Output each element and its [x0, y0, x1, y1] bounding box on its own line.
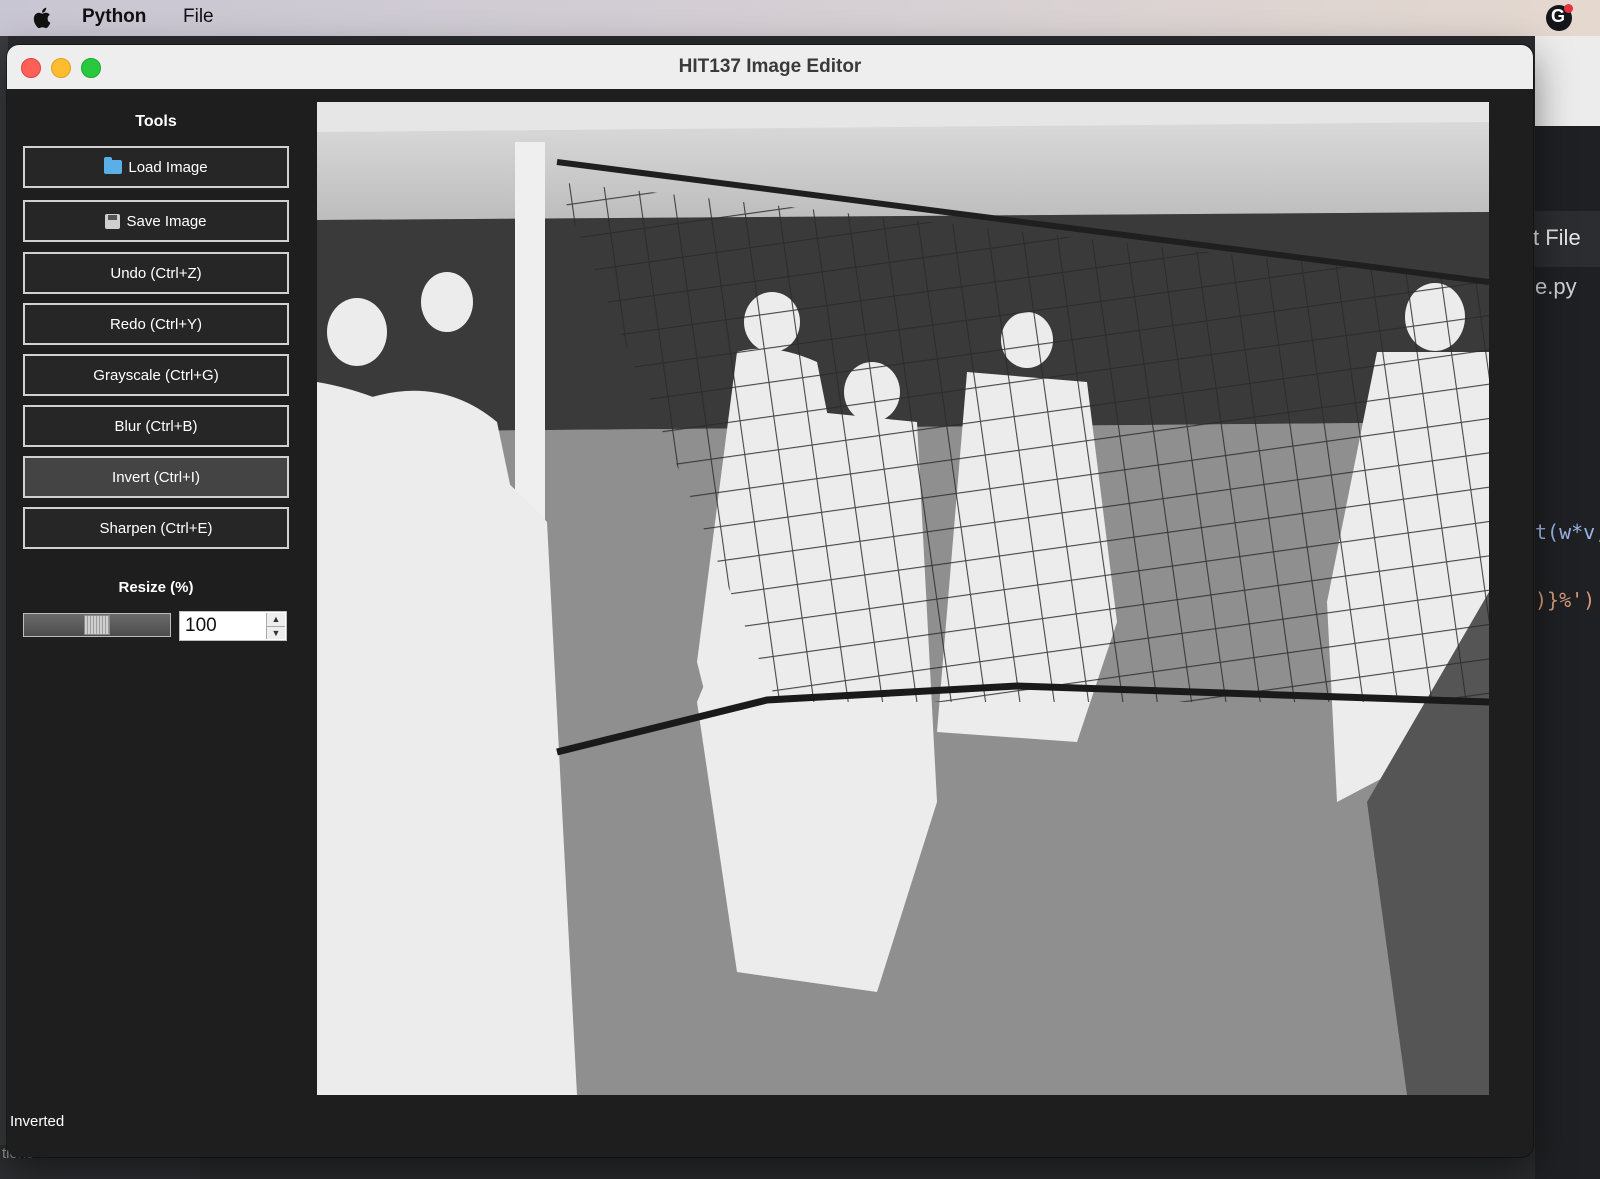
- background-editor: t File e.py t(w*v, )}%'): [1533, 36, 1600, 1179]
- save-image-button[interactable]: Save Image: [23, 200, 289, 242]
- button-label: Sharpen (Ctrl+E): [99, 519, 213, 537]
- invert-button[interactable]: Invert (Ctrl+I): [23, 456, 289, 498]
- load-image-button[interactable]: Load Image: [23, 146, 289, 188]
- window-title: HIT137 Image Editor: [678, 56, 862, 77]
- tools-heading: Tools: [135, 113, 177, 130]
- slider-thumb[interactable]: [84, 615, 110, 635]
- spin-arrows: ▲ ▼: [266, 613, 285, 639]
- redo-button[interactable]: Redo (Ctrl+Y): [23, 303, 289, 345]
- menu-file[interactable]: File: [183, 6, 214, 28]
- menu-app-name[interactable]: Python: [82, 6, 146, 28]
- button-label: Blur (Ctrl+B): [114, 417, 198, 435]
- resize-spinbox[interactable]: ▲ ▼: [179, 611, 287, 641]
- apple-icon[interactable]: [30, 6, 52, 30]
- sharpen-button[interactable]: Sharpen (Ctrl+E): [23, 507, 289, 549]
- grammarly-icon[interactable]: G: [1546, 4, 1573, 31]
- title-bar[interactable]: HIT137 Image Editor: [7, 45, 1533, 90]
- button-label: Invert (Ctrl+I): [112, 468, 200, 486]
- button-label: Grayscale (Ctrl+G): [93, 366, 219, 384]
- background-file-tab: e.py: [1535, 274, 1577, 299]
- button-label: Undo (Ctrl+Z): [110, 264, 202, 282]
- floppy-icon: [105, 213, 121, 229]
- inverted-photo: [317, 102, 1489, 1095]
- spin-up-arrow-icon[interactable]: ▲: [267, 613, 285, 626]
- background-toolbar: [1535, 36, 1600, 126]
- background-tab-label: t File: [1533, 211, 1600, 267]
- resize-slider[interactable]: [23, 613, 171, 637]
- background-code-line: )}%'): [1535, 588, 1596, 612]
- status-bar-text: Inverted: [10, 1113, 65, 1130]
- spin-down-arrow-icon[interactable]: ▼: [267, 626, 285, 640]
- background-code-line: t(w*v,: [1535, 520, 1600, 544]
- grayscale-button[interactable]: Grayscale (Ctrl+G): [23, 354, 289, 396]
- button-label: Load Image: [128, 158, 208, 176]
- image-editor-window: HIT137 Image Editor Tools Load Image Sav…: [7, 45, 1533, 1157]
- button-label: Redo (Ctrl+Y): [109, 315, 203, 333]
- editor-content: Tools Load Image Save Image Undo (Ctrl+Z…: [7, 89, 1533, 1157]
- undo-button[interactable]: Undo (Ctrl+Z): [23, 252, 289, 294]
- menu-bar: Python File G: [0, 0, 1600, 36]
- folder-icon: [104, 157, 123, 174]
- blur-button[interactable]: Blur (Ctrl+B): [23, 405, 289, 447]
- image-canvas[interactable]: [317, 102, 1489, 1095]
- resize-label: Resize (%): [118, 579, 194, 596]
- resize-value-input[interactable]: [180, 612, 266, 640]
- button-label: Save Image: [126, 212, 207, 230]
